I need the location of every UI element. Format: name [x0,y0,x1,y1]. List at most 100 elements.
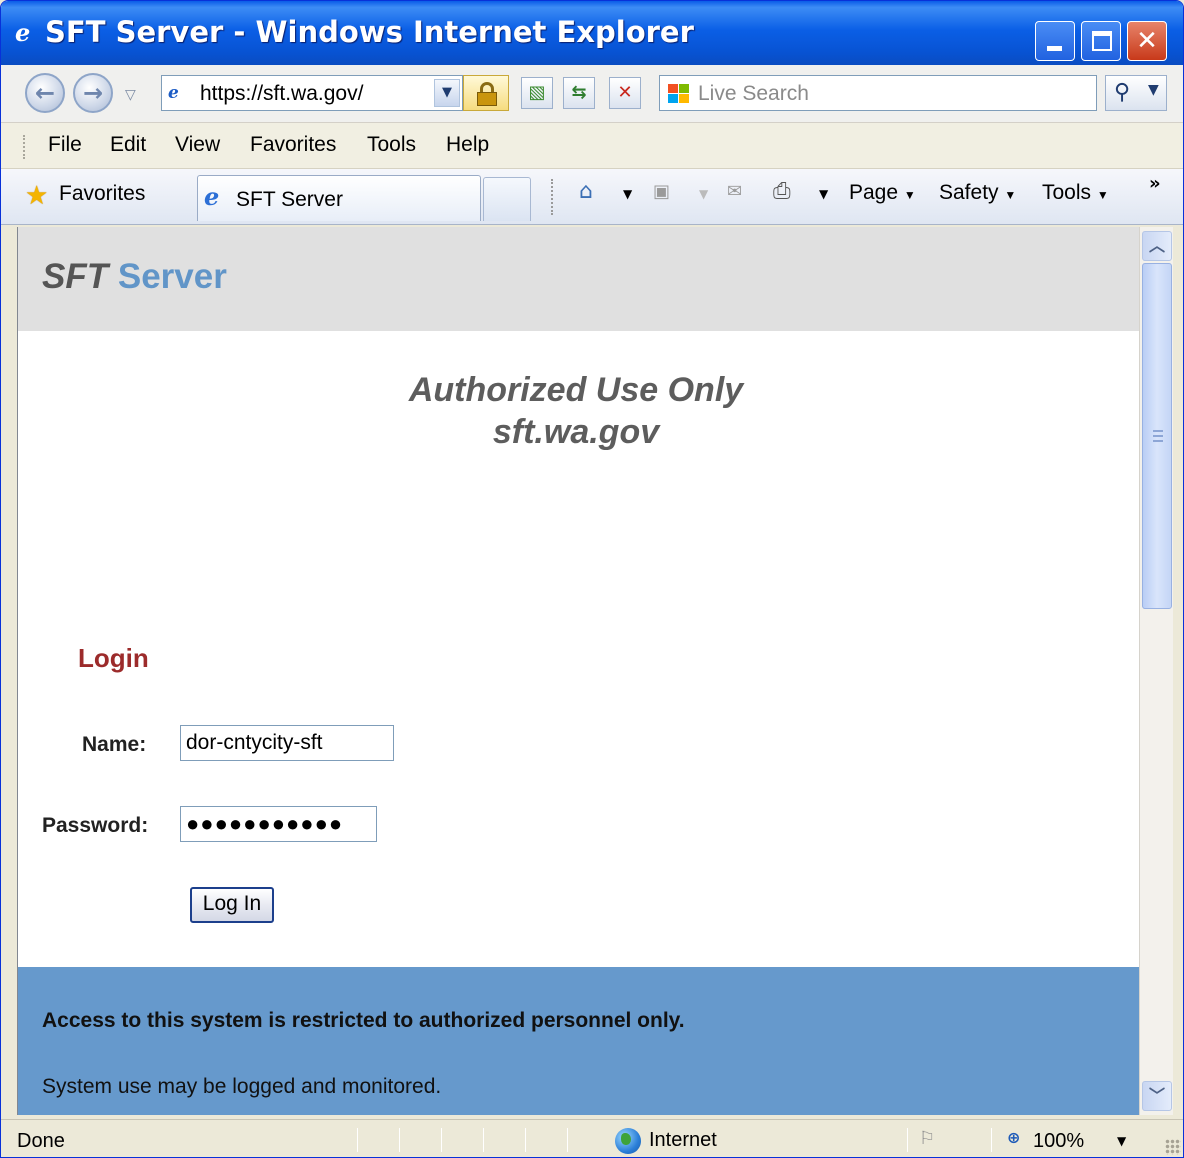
search-icon: ⚲ [1114,80,1131,105]
new-tab-button[interactable] [483,177,531,221]
restricted-access-text: Access to this system is restricted to a… [42,1009,685,1032]
monitoring-text: System use may be logged and monitored. [42,1075,442,1098]
domain-line: sft.wa.gov [492,413,660,451]
site-brand: SFT Server [42,257,227,297]
live-search-icon [668,84,690,104]
safety-menu[interactable]: Safety ▼ [939,181,1016,205]
toolbar-grip[interactable] [23,135,25,159]
scroll-up-button[interactable]: ︿ [1142,231,1172,261]
name-input[interactable]: dor-cntycity-sft [180,725,394,761]
home-dropdown-icon[interactable]: ▼ [623,187,632,201]
maximize-button[interactable] [1081,21,1121,61]
vertical-scrollbar[interactable]: ︿ ﹀ [1139,227,1173,1115]
search-placeholder: Live Search [698,82,809,105]
toolbar-overflow-icon[interactable]: » [1149,173,1161,194]
internet-explorer-icon: e [15,18,31,47]
back-button[interactable]: ← [25,73,65,113]
tab-title: SFT Server [236,188,343,211]
status-divider [567,1128,568,1152]
menu-view[interactable]: View [175,133,220,157]
password-input[interactable]: ●●●●●●●●●●● [180,806,377,842]
status-divider [907,1128,908,1152]
home-icon[interactable]: ⌂ [579,179,593,205]
scroll-thumb[interactable] [1142,263,1172,609]
internet-explorer-icon: e [204,182,220,211]
tab-sft-server[interactable]: e SFT Server [197,175,481,221]
login-button[interactable]: Log In [190,887,274,923]
status-divider [991,1128,992,1152]
resize-grip[interactable] [1165,1139,1181,1155]
chevron-down-icon: ▼ [903,188,916,202]
brand-server: Server [117,257,227,296]
status-divider [357,1128,358,1152]
footer-notice: Access to this system is restricted to a… [18,967,1139,1115]
page-menu[interactable]: Page ▼ [849,181,916,205]
toolbar-separator [551,179,553,215]
menu-tools[interactable]: Tools [367,133,416,157]
security-lock-button[interactable] [463,75,509,111]
status-divider [441,1128,442,1152]
feeds-dropdown-icon: ▼ [699,187,709,201]
status-bar: Done Internet ⚐ ⊕ 100% ▼ [1,1119,1183,1157]
recent-pages-dropdown-icon[interactable]: ▽ [125,87,136,103]
address-dropdown-button[interactable]: ▼ [434,79,460,107]
stop-icon: ✕ [617,82,633,103]
page-viewport: SFT Server Authorized Use Only sft.wa.go… [17,227,1139,1115]
minimize-button[interactable] [1035,21,1075,61]
chevron-down-icon: ﹀ [1148,1086,1165,1105]
authorized-notice: Authorized Use Only sft.wa.gov [18,369,1134,453]
menu-edit[interactable]: Edit [110,133,146,157]
page-icon: e [168,83,179,103]
menu-bar: File Edit View Favorites Tools Help [1,123,1183,169]
zoom-level[interactable]: 100% [1033,1130,1084,1153]
search-button[interactable]: ⚲ ▼ [1105,75,1167,111]
minimize-icon [1047,46,1062,51]
password-label: Password: [42,814,149,837]
status-divider [525,1128,526,1152]
print-dropdown-icon[interactable]: ▼ [819,187,828,201]
zoom-dropdown-icon[interactable]: ▼ [1117,1134,1126,1148]
read-mail-icon[interactable]: ✉ [727,179,742,205]
search-options-dropdown-icon[interactable]: ▼ [1148,82,1159,98]
favorites-star-icon[interactable]: ★ [25,183,48,209]
favorites-button[interactable]: Favorites [59,182,145,206]
title-bar[interactable]: e SFT Server - Windows Internet Explorer… [1,1,1183,65]
compatibility-view-icon: ▧ [528,82,546,103]
address-input[interactable]: e https://sft.wa.gov/ ▼ [161,75,463,111]
lock-icon [477,82,497,106]
search-input[interactable]: Live Search [659,75,1097,111]
chevron-down-icon: ▼ [1004,188,1017,202]
refresh-icon: ⇆ [571,82,587,103]
chevron-down-icon: ▼ [1096,188,1109,202]
stop-button[interactable]: ✕ [609,77,641,109]
close-button[interactable]: ✕ [1127,21,1167,61]
favorites-bar: ★ Favorites e SFT Server ⌂ ▼ ▣ ▼ ✉ ⎙ ▼ P… [1,169,1183,225]
forward-button[interactable]: → [73,73,113,113]
close-icon: ✕ [1136,26,1158,56]
scroll-down-button[interactable]: ﹀ [1142,1081,1172,1111]
print-icon[interactable]: ⎙ [773,179,791,205]
protected-mode-icon[interactable]: ⚐ [919,1128,935,1149]
page-header: SFT Server [18,227,1139,331]
security-zone[interactable]: Internet [649,1129,717,1152]
status-divider [399,1128,400,1152]
menu-favorites[interactable]: Favorites [250,133,336,157]
address-url: https://sft.wa.gov/ [200,82,364,105]
back-arrow-icon: ← [34,79,56,107]
menu-help[interactable]: Help [446,133,489,157]
internet-zone-globe-icon [615,1128,641,1154]
compatibility-view-button[interactable]: ▧ [521,77,553,109]
menu-file[interactable]: File [48,133,82,157]
status-divider [483,1128,484,1152]
name-label: Name: [82,733,147,756]
maximize-icon [1092,31,1112,51]
forward-arrow-icon: → [82,79,104,107]
login-heading: Login [78,643,149,673]
feeds-icon[interactable]: ▣ [653,179,670,205]
tools-menu[interactable]: Tools ▼ [1042,181,1109,205]
window-title: SFT Server - Windows Internet Explorer [45,15,694,49]
status-text: Done [17,1130,65,1152]
refresh-button[interactable]: ⇆ [563,77,595,109]
zoom-icon: ⊕ [1007,1128,1021,1147]
chevron-up-icon: ︿ [1148,236,1165,255]
